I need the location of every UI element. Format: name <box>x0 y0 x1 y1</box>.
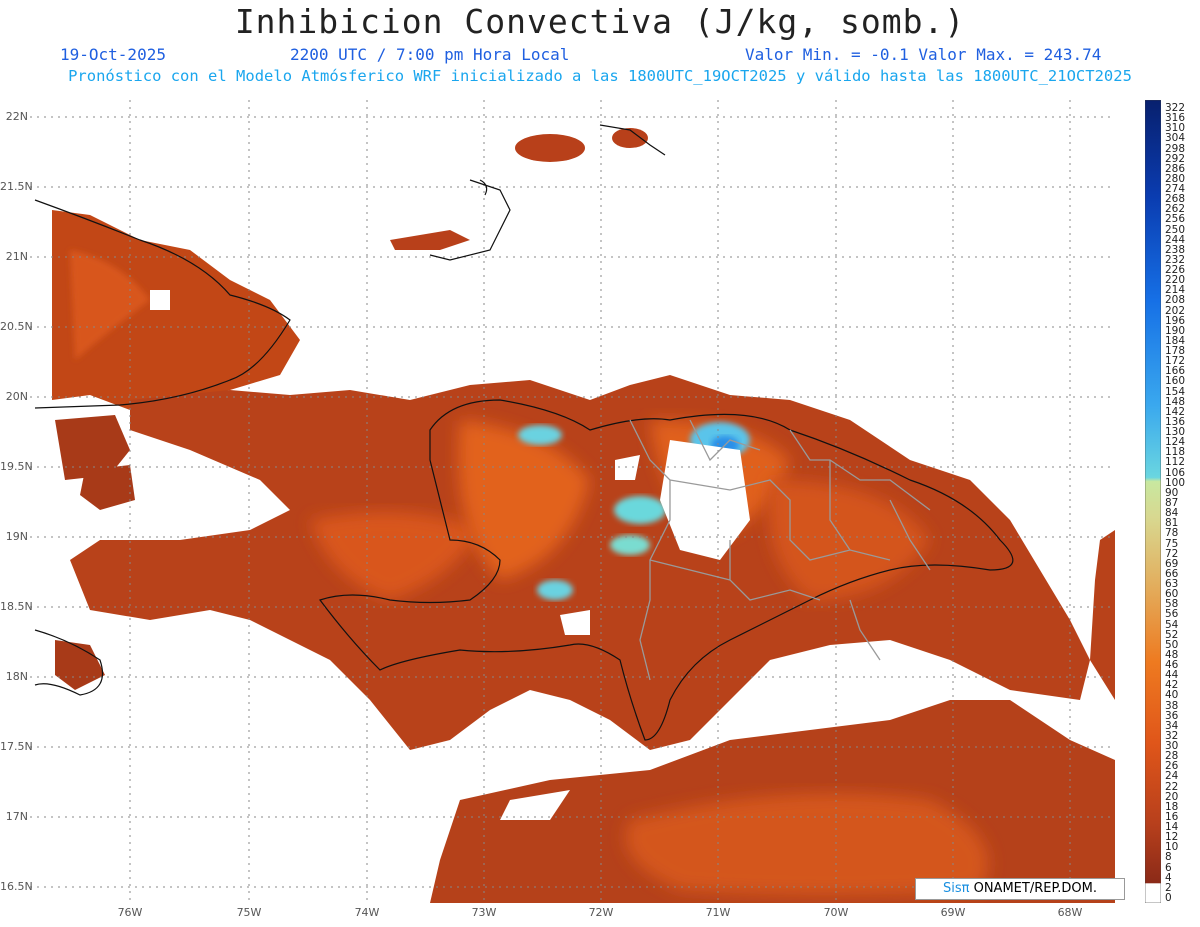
lat-label: 16.5N <box>0 880 33 893</box>
lon-label: 71W <box>705 906 731 919</box>
lat-label: 19.5N <box>0 460 33 473</box>
lon-label: 69W <box>940 906 966 919</box>
credit-text: ONAMET/REP.DOM. <box>969 881 1097 896</box>
lat-label: 19N <box>5 530 28 543</box>
lon-label: 76W <box>117 906 143 919</box>
colorbar-tick-label: 8 <box>1165 851 1172 864</box>
lat-label: 21N <box>5 250 28 263</box>
colorbar-tick-label: 298 <box>1165 142 1186 155</box>
colorbar-tick-label: 304 <box>1165 132 1186 145</box>
time-label: 2200 UTC / 7:00 pm Hora Local <box>290 45 570 64</box>
colorbar-tick-label: 0 <box>1165 892 1172 904</box>
colorbar-tick-label: 75 <box>1165 537 1179 550</box>
colorbar-tick-label: 78 <box>1165 527 1179 540</box>
lon-label: 75W <box>236 906 262 919</box>
lat-label: 18N <box>5 670 28 683</box>
forecast-description: Pronóstico con el Modelo Atmósferico WRF… <box>68 67 1132 85</box>
lon-label: 68W <box>1057 906 1083 919</box>
lat-label: 18.5N <box>0 600 33 613</box>
value-range-label: Valor Min. = -0.1 Valor Max. = 243.74 <box>745 45 1102 64</box>
colorbar-tick-label: 112 <box>1165 456 1186 469</box>
colorbar-tick-label: 256 <box>1165 213 1186 226</box>
colorbar-tick-label: 160 <box>1165 375 1186 388</box>
sispi-logo: Sisπ <box>943 881 970 896</box>
lat-label: 22N <box>5 110 28 123</box>
lon-label: 73W <box>471 906 497 919</box>
lat-label: 20.5N <box>0 320 33 333</box>
lon-label: 70W <box>823 906 849 919</box>
colorbar-tick-label: 40 <box>1165 689 1179 702</box>
credit-box: Sisπ ONAMET/REP.DOM. <box>915 878 1125 900</box>
lon-label: 72W <box>588 906 614 919</box>
colorbar-tick-label: 56 <box>1165 608 1179 621</box>
lat-label: 21.5N <box>0 180 33 193</box>
lat-label: 20N <box>5 390 28 403</box>
colorbar <box>1145 100 1161 903</box>
lon-label: 74W <box>354 906 380 919</box>
lat-label: 17.5N <box>0 740 33 753</box>
lat-label: 17N <box>5 810 28 823</box>
map-title: Inhibicion Convectiva (J/kg, somb.) <box>234 2 966 41</box>
colorbar-tick-label: 208 <box>1165 294 1186 307</box>
date-label: 19-Oct-2025 <box>60 45 166 64</box>
colorbar-tick-label: 24 <box>1165 770 1179 783</box>
forecast-map <box>30 100 1115 903</box>
